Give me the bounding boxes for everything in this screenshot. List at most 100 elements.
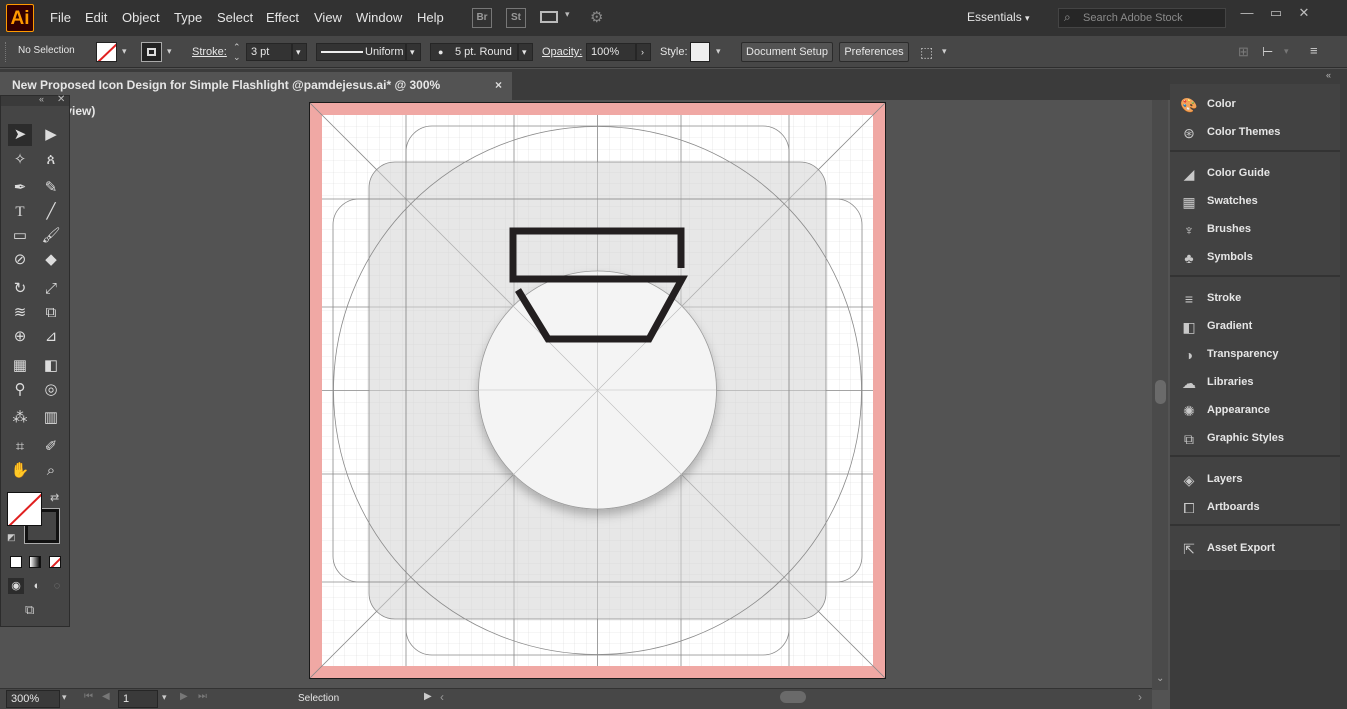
gpu-performance-icon[interactable]: ⚙ [590,8,603,26]
gradient-mode-icon[interactable] [29,556,41,568]
menu-effect[interactable]: Effect [266,0,299,36]
scroll-down-icon[interactable]: ⌄ [1156,673,1164,684]
scale-tool-icon[interactable]: ⤢ [39,278,63,300]
graphic-style-swatch[interactable] [690,42,710,62]
document-setup-button[interactable]: Document Setup [741,42,833,62]
panel-brushes[interactable]: ♆ Brushes [1170,217,1340,243]
lasso-tool-icon[interactable]: ጰ [39,149,63,171]
menu-file[interactable]: File [50,0,71,36]
close-tab-icon[interactable]: × [495,72,502,98]
panel-color-themes[interactable]: ⊛ Color Themes [1170,120,1340,146]
grip-icon[interactable] [5,42,8,62]
paintbrush-tool-icon[interactable]: 🖌 [39,225,63,247]
menu-object[interactable]: Object [122,0,160,36]
chevron-down-icon[interactable]: ▾ [62,692,67,703]
curvature-tool-icon[interactable]: ✎ [39,177,63,199]
panel-graphic-styles[interactable]: ⧉ Graphic Styles [1170,426,1340,452]
close-window-button[interactable]: ✕ [1293,4,1315,22]
chevron-down-icon[interactable]: ▾ [565,9,570,20]
opacity-input[interactable]: 100% [586,43,636,61]
scroll-thumb[interactable] [1155,380,1166,404]
chevron-down-icon[interactable]: ▾ [162,692,167,703]
brush-definition[interactable]: ● 5 pt. Round [430,43,518,61]
stroke-weight-dropdown[interactable]: ▾ [292,43,307,61]
artboard[interactable] [309,102,886,679]
slice-tool-icon[interactable]: ✐ [39,436,63,458]
variable-width-profile[interactable]: Uniform [316,43,406,61]
shaper-tool-icon[interactable]: ⊘ [8,249,32,271]
selection-tool-icon[interactable]: ➤ [8,124,32,146]
color-mode-icon[interactable] [10,556,22,568]
maximize-button[interactable]: ▭ [1265,4,1287,22]
arrange-documents-icon[interactable] [540,11,558,23]
zoom-level-input[interactable]: 300% [6,690,60,708]
scroll-right-icon[interactable]: › [1138,690,1142,704]
scroll-left-icon[interactable]: ‹ [440,690,444,704]
brush-dropdown[interactable]: ▾ [518,43,533,61]
chevron-down-icon[interactable]: ▾ [942,46,947,57]
draw-normal-icon[interactable]: ◉ [8,578,24,594]
width-tool-icon[interactable]: ≋ [8,302,32,324]
bridge-button[interactable]: Br [472,8,492,28]
panel-libraries[interactable]: ☁ Libraries [1170,370,1340,396]
workspace-switcher[interactable]: Essentials ▾ [967,10,1030,24]
menu-select[interactable]: Select [217,0,253,36]
panel-swatches[interactable]: ▦ Swatches [1170,189,1340,215]
shape-builder-tool-icon[interactable]: ⊕ [8,326,32,348]
previous-artboard-icon[interactable]: ◀ [102,691,110,702]
stroke-weight-input[interactable]: 3 pt [246,43,292,61]
stock-button[interactable]: St [506,8,526,28]
none-mode-icon[interactable] [49,556,61,568]
horizontal-scroll-thumb[interactable] [780,691,806,703]
align-icon[interactable]: ⊞ [1238,44,1249,60]
panel-asset-export[interactable]: ⇱ Asset Export [1170,536,1340,562]
pen-tool-icon[interactable]: ✒ [8,177,32,199]
line-tool-icon[interactable]: ╱ [39,201,63,223]
last-artboard-icon[interactable]: ⏭ [198,691,207,702]
artboard-tool-icon[interactable]: ⌗ [8,436,32,458]
default-fill-stroke-icon[interactable]: ◩ [7,532,16,543]
fill-swatch[interactable] [96,42,117,62]
menu-type[interactable]: Type [174,0,202,36]
rotate-tool-icon[interactable]: ↻ [8,278,32,300]
panel-color[interactable]: 🎨 Color [1170,92,1340,118]
panel-appearance[interactable]: ✺ Appearance [1170,398,1340,424]
chevron-down-icon[interactable]: ▾ [122,46,127,57]
eraser-tool-icon[interactable]: ◆ [39,249,63,271]
panel-menu-icon[interactable]: ≡ [1310,43,1318,58]
magic-wand-tool-icon[interactable]: ✧ [8,149,32,171]
fill-color-box[interactable] [7,492,42,526]
panel-stroke[interactable]: ≡ Stroke [1170,286,1340,312]
opacity-arrow[interactable]: › [636,43,651,61]
close-icon[interactable]: ✕ [57,94,65,105]
panel-color-guide[interactable]: ◢ Color Guide [1170,161,1340,187]
artboard-number-input[interactable]: 1 [118,690,158,708]
chevron-down-icon[interactable]: ▾ [716,46,721,57]
minimize-button[interactable]: — [1236,4,1258,22]
chevron-down-icon[interactable]: ▾ [1284,46,1289,57]
first-artboard-icon[interactable]: ⏮ [84,691,93,702]
preferences-button[interactable]: Preferences [839,42,909,62]
panel-transparency[interactable]: ◑ Transparency [1170,342,1340,368]
collapse-icon[interactable]: « [39,94,44,104]
profile-dropdown[interactable]: ▾ [406,43,421,61]
perspective-grid-tool-icon[interactable]: ⊿ [39,326,63,348]
document-tab[interactable]: New Proposed Icon Design for Simple Flas… [0,72,512,118]
chevron-down-icon[interactable]: ▾ [167,46,172,57]
stock-search-input[interactable]: Search Adobe Stock [1058,8,1226,28]
type-tool-icon[interactable]: T [8,201,32,223]
next-artboard-icon[interactable]: ▶ [180,691,188,702]
menu-window[interactable]: Window [356,0,402,36]
hand-tool-icon[interactable]: ✋ [8,460,32,482]
status-menu-icon[interactable]: ▶ [424,691,432,702]
stroke-stepper-icon[interactable]: ⌃ ⌄ [233,42,241,62]
gradient-tool-icon[interactable]: ◧ [39,355,63,377]
panel-layers[interactable]: ◈ Layers [1170,467,1340,493]
transform-icon[interactable]: ⊢ [1262,44,1273,60]
expand-panels-icon[interactable]: « [1326,70,1331,80]
panel-gradient[interactable]: ◧ Gradient [1170,314,1340,340]
draw-behind-icon[interactable]: ◐ [29,578,45,594]
zoom-tool-icon[interactable]: ⌕ [39,460,63,482]
eyedropper-tool-icon[interactable]: ⚲ [8,379,32,401]
mesh-tool-icon[interactable]: ▦ [8,355,32,377]
